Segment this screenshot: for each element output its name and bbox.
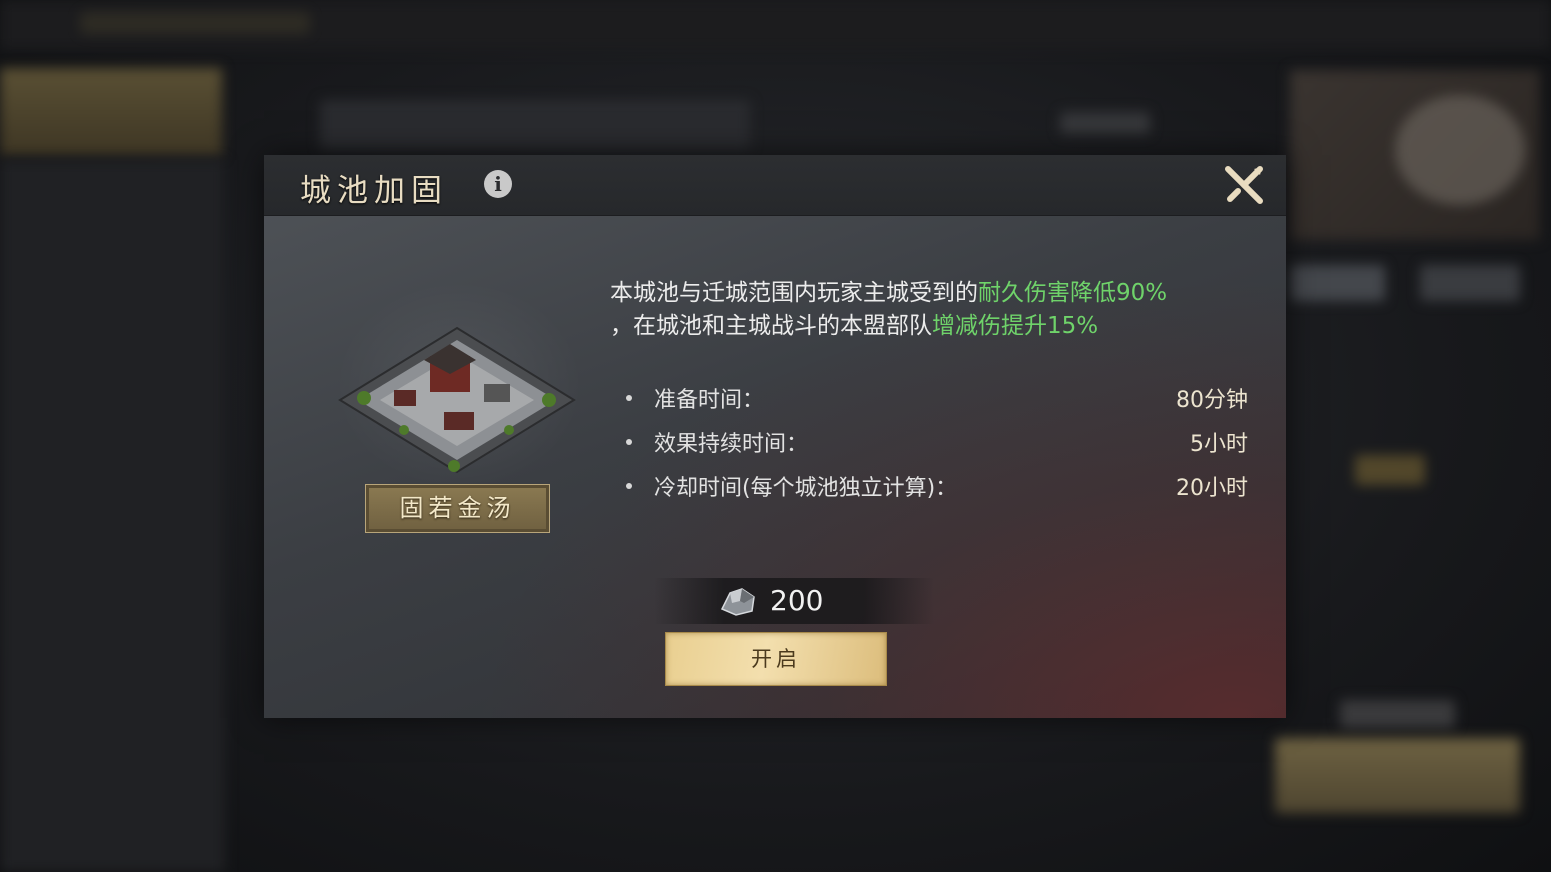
open-button[interactable]: 开启 [665, 632, 887, 686]
stat-row-prepare-time: 准备时间： 80分钟 [626, 377, 1248, 421]
stat-row-duration: 效果持续时间： 5小时 [626, 421, 1248, 465]
description-highlight-1: 耐久伤害降低90% [978, 280, 1168, 306]
background-right-button [1275, 738, 1520, 813]
stat-label: 效果持续时间： [654, 432, 809, 457]
background-right-gold-label [1355, 455, 1425, 485]
stat-label: 准备时间： [654, 388, 765, 413]
close-icon[interactable] [1222, 163, 1266, 207]
bullet-icon [626, 395, 632, 401]
stat-label: 冷却时间(每个城池独立计算)： [654, 476, 958, 501]
stat-value: 20小时 [1176, 476, 1248, 501]
stat-value: 5小时 [1190, 432, 1248, 457]
background-left-panel [0, 160, 225, 872]
description-text-1: 本城池与迁城范围内玩家主城受到的 [610, 280, 978, 306]
background-right-avatar [1395, 95, 1525, 205]
info-icon[interactable]: i [484, 170, 512, 198]
cost-bar: 200 [654, 578, 934, 624]
bullet-icon [626, 483, 632, 489]
effect-description: 本城池与迁城范围内玩家主城受到的耐久伤害降低90% ，在城池和主城战斗的本盟部队… [610, 277, 1270, 343]
dialog-title: 城池加固 [300, 173, 448, 209]
fortified-city-image [338, 326, 576, 474]
description-text-2: ，在城池和主城战斗的本盟部队 [610, 313, 932, 339]
background-header-strip [320, 100, 750, 150]
bullet-icon [626, 439, 632, 445]
city-fortify-dialog: 城池加固 i 固若金汤 本城池与迁城范围内玩家主城受到的耐久伤害降低90% ，在… [264, 155, 1286, 718]
background-left-button [0, 68, 222, 156]
background-logo [80, 12, 310, 34]
skill-name-badge: 固若金汤 [365, 484, 550, 533]
dialog-header: 城池加固 i [264, 155, 1286, 216]
stat-row-cooldown: 冷却时间(每个城池独立计算)： 20小时 [626, 465, 1248, 509]
stat-value: 80分钟 [1176, 388, 1248, 413]
stats-list: 准备时间： 80分钟 效果持续时间： 5小时 冷却时间(每个城池独立计算)： 2… [626, 377, 1248, 509]
background-right-tab-2 [1420, 265, 1520, 301]
cost-value: 200 [770, 584, 824, 617]
background-right-label [1340, 700, 1455, 728]
description-highlight-2: 增减伤提升15% [932, 313, 1099, 339]
background-header-label [1060, 112, 1150, 134]
ore-resource-icon [720, 588, 755, 616]
background-right-tab-1 [1290, 265, 1385, 301]
